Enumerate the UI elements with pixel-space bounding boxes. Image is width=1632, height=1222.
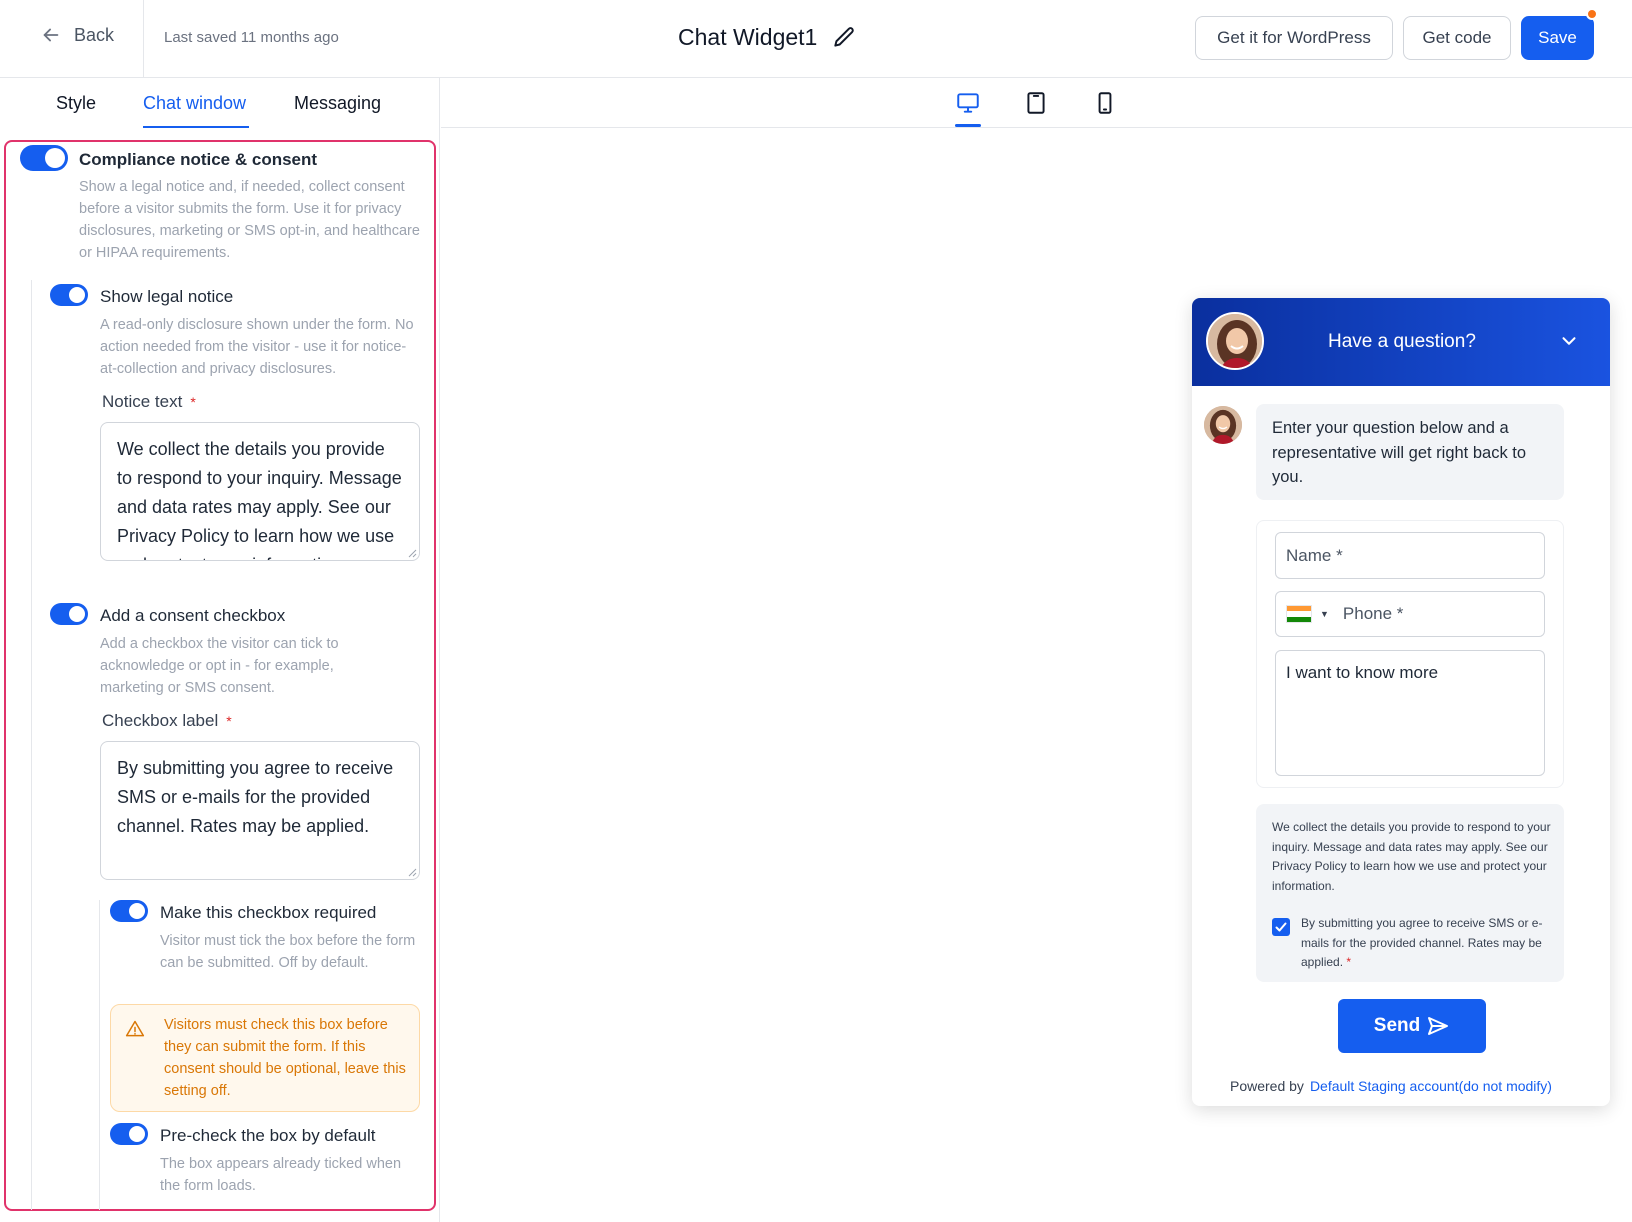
- notification-dot: [1586, 8, 1598, 20]
- arrow-left-icon: [43, 28, 59, 42]
- checkbox-label-value: By submitting you agree to receive SMS o…: [117, 758, 394, 836]
- tab-messaging[interactable]: Messaging: [294, 93, 381, 114]
- consent-checkbox-toggle[interactable]: [50, 603, 88, 625]
- save-button[interactable]: Save: [1521, 16, 1594, 60]
- greeting-message: Enter your question below and a represen…: [1256, 404, 1564, 500]
- back-button[interactable]: Back: [40, 24, 114, 46]
- required-checkbox-toggle[interactable]: [110, 900, 148, 922]
- notice-text-label: Notice text *: [102, 392, 196, 412]
- compliance-description: Show a legal notice and, if needed, coll…: [79, 179, 420, 261]
- chat-header-title: Have a question?: [1328, 331, 1476, 352]
- notice-text-label-text: Notice text: [102, 392, 183, 411]
- consent-tree-line: [99, 900, 100, 1210]
- chat-widget-preview: Have a question? Enter your question bel…: [1192, 298, 1610, 1106]
- name-input[interactable]: Name *: [1275, 532, 1545, 579]
- checkbox-label-textarea[interactable]: By submitting you agree to receive SMS o…: [100, 741, 420, 880]
- header-divider: [143, 0, 144, 78]
- consent-label: By submitting you agree to receive SMS o…: [1301, 914, 1549, 973]
- contact-form: Name * ▼ Phone * I want to know more: [1256, 520, 1564, 788]
- chat-header: Have a question?: [1192, 298, 1610, 386]
- precheck-title: Pre-check the box by default: [160, 1126, 376, 1145]
- message-input[interactable]: I want to know more: [1275, 650, 1545, 776]
- back-label: Back: [74, 24, 115, 45]
- notice-text-value: We collect the details you provide to re…: [117, 439, 402, 560]
- legal-notice-description: A read-only disclosure shown under the f…: [100, 317, 414, 377]
- resize-handle-icon[interactable]: [407, 867, 417, 877]
- last-saved-text: Last saved 11 months ago: [164, 29, 339, 46]
- required-asterisk: *: [190, 394, 196, 410]
- get-code-button[interactable]: Get code: [1403, 16, 1511, 60]
- warning-icon: [125, 1020, 145, 1037]
- caret-down-icon[interactable]: ▼: [1320, 609, 1329, 619]
- widget-title-text: Chat Widget1: [678, 24, 818, 50]
- checkmark-icon: [1275, 922, 1287, 932]
- send-label: Send: [1373, 1015, 1421, 1036]
- legal-notice-card: We collect the details you provide to re…: [1256, 804, 1564, 982]
- mobile-icon[interactable]: [1092, 90, 1118, 116]
- warning-text: Visitors must check this box before they…: [164, 1017, 406, 1099]
- checkbox-label-label: Checkbox label *: [102, 711, 232, 731]
- required-asterisk: *: [1346, 955, 1352, 969]
- consent-label-text: By submitting you agree to receive SMS o…: [1301, 916, 1543, 969]
- required-checkbox-description: Visitor must tick the box before the for…: [160, 933, 416, 971]
- compliance-toggle[interactable]: [20, 145, 68, 171]
- top-header: Back Last saved 11 months ago Chat Widge…: [0, 0, 1632, 78]
- powered-by-footer: Powered by Default Staging account(do not…: [1230, 1078, 1552, 1094]
- send-button[interactable]: Send: [1338, 999, 1486, 1053]
- notice-text-textarea[interactable]: We collect the details you provide to re…: [100, 422, 420, 561]
- get-wordpress-button[interactable]: Get it for WordPress: [1195, 16, 1393, 60]
- tab-style[interactable]: Style: [56, 93, 96, 114]
- compliance-title: Compliance notice & consent: [79, 150, 318, 169]
- agent-portrait-icon: [1208, 314, 1262, 368]
- active-tab-indicator: [143, 126, 249, 128]
- settings-tabs: Style Chat window Messaging: [0, 78, 440, 130]
- tab-chat-window[interactable]: Chat window: [143, 93, 246, 114]
- required-asterisk: *: [226, 713, 232, 729]
- preview-device-bar: [441, 78, 1632, 128]
- send-arrow-icon: [1428, 1017, 1449, 1035]
- legal-notice-text: We collect the details you provide to re…: [1272, 820, 1551, 893]
- precheck-description: The box appears already ticked when the …: [160, 1156, 402, 1194]
- powered-by-text: Powered by: [1230, 1078, 1304, 1094]
- settings-panel: Style Chat window Messaging Compliance n…: [0, 78, 440, 1222]
- pencil-icon[interactable]: [831, 25, 857, 51]
- desktop-icon[interactable]: [955, 90, 981, 116]
- consent-checkbox-description: Add a checkbox the visitor can tick to a…: [100, 636, 339, 696]
- agent-avatar: [1206, 312, 1264, 370]
- widget-title: Chat Widget1: [678, 24, 857, 51]
- legal-notice-toggle[interactable]: [50, 284, 88, 306]
- india-flag-icon[interactable]: [1286, 605, 1312, 623]
- message-avatar: [1204, 406, 1242, 444]
- resize-handle-icon[interactable]: [407, 548, 417, 558]
- phone-input[interactable]: ▼ Phone *: [1275, 591, 1545, 637]
- checkbox-label-label-text: Checkbox label: [102, 711, 219, 730]
- legal-notice-title: Show legal notice: [100, 287, 234, 306]
- phone-placeholder: Phone *: [1342, 604, 1404, 623]
- compliance-tree-line: [31, 280, 32, 1210]
- consent-checkbox[interactable]: [1272, 918, 1290, 936]
- required-warning-box: Visitors must check this box before they…: [110, 1004, 420, 1112]
- active-device-indicator: [955, 124, 981, 127]
- required-checkbox-title: Make this checkbox required: [160, 903, 377, 922]
- consent-checkbox-title: Add a consent checkbox: [100, 606, 286, 625]
- chevron-down-icon[interactable]: [1558, 330, 1580, 352]
- precheck-toggle[interactable]: [110, 1123, 148, 1145]
- agent-portrait-icon: [1204, 406, 1242, 444]
- account-link[interactable]: Default Staging account(do not modify): [1310, 1078, 1552, 1094]
- tablet-icon[interactable]: [1023, 90, 1049, 116]
